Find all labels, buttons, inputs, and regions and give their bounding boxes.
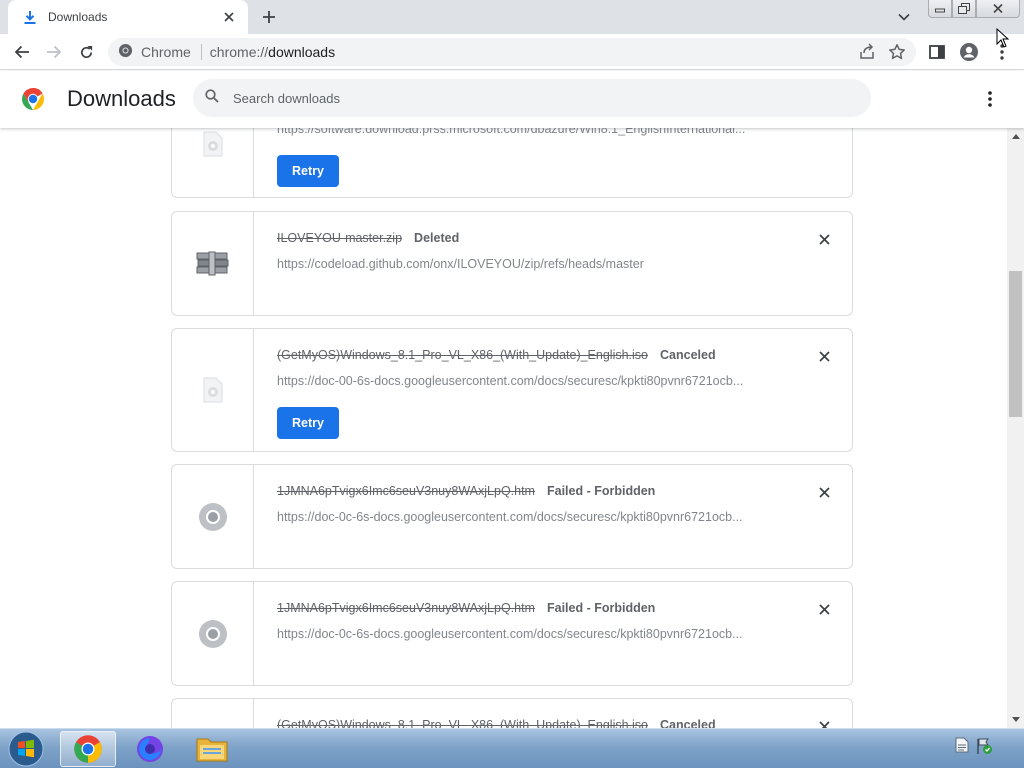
download-url[interactable]: https://codeload.github.com/onx/ILOVEYOU… bbox=[277, 257, 777, 271]
filename-text: (GetMyOS)Windows_8.1_Pro_VL_X86_(With_Up… bbox=[277, 348, 649, 362]
scroll-down-arrow-icon[interactable] bbox=[1007, 711, 1024, 728]
scroll-up-arrow-icon[interactable] bbox=[1007, 128, 1024, 145]
chrome-page-icon bbox=[172, 582, 254, 685]
browser-toolbar: Chrome chrome://downloads bbox=[0, 34, 1024, 70]
tab-close-icon[interactable] bbox=[220, 8, 238, 26]
tab-downloads[interactable]: Downloads bbox=[8, 0, 248, 34]
download-url[interactable]: https://software.download.prss.microsoft… bbox=[277, 128, 777, 136]
filename-text: (GetMyOS)Windows_8.1_Pro_VL_X86_(With_Up… bbox=[277, 718, 649, 728]
close-window-button[interactable] bbox=[976, 0, 1020, 18]
download-filename[interactable]: (GetMyOS)Windows_8.1_Pro_VL_X86_(With_Up… bbox=[277, 718, 716, 728]
minimize-button[interactable] bbox=[928, 0, 952, 18]
bookmark-star-icon[interactable] bbox=[888, 43, 906, 66]
tab-title: Downloads bbox=[48, 10, 108, 24]
download-filename[interactable]: ILOVEYOU-master.zip Deleted bbox=[277, 231, 459, 245]
profile-avatar-icon[interactable] bbox=[957, 40, 981, 64]
download-item: ILOVEYOU-master.zip Deleted https://codel… bbox=[171, 211, 853, 316]
remove-item-close-icon[interactable] bbox=[816, 601, 832, 617]
download-item: (GetMyOS)Windows_8.1_Pro_VL_X86_(With_Up… bbox=[171, 698, 853, 728]
download-status: Failed - Forbidden bbox=[546, 484, 656, 498]
download-item: (GetMyOS)Windows_8.1_Pro_VL_X86_(With_Up… bbox=[171, 328, 853, 452]
download-item: 1JMNA6pTvigx6Imc6seuV3nuy8WAxjLpQ.htm Fai… bbox=[171, 581, 853, 686]
back-button[interactable] bbox=[10, 40, 34, 64]
url-scheme: chrome:// bbox=[209, 44, 269, 60]
action-center-flag-icon[interactable] bbox=[975, 737, 993, 760]
download-url[interactable]: https://doc-00-6s-docs.googleusercontent… bbox=[277, 374, 777, 388]
downloads-header: Downloads bbox=[0, 71, 1024, 128]
filename-text: 1JMNA6pTvigx6Imc6seuV3nuy8WAxjLpQ.htm bbox=[277, 601, 535, 615]
download-url[interactable]: https://doc-0c-6s-docs.googleusercontent… bbox=[277, 627, 777, 641]
download-item: https://software.download.prss.microsoft… bbox=[171, 128, 853, 198]
share-icon[interactable] bbox=[858, 43, 876, 66]
mouse-cursor-icon bbox=[996, 27, 1010, 53]
downloads-menu-icon[interactable] bbox=[978, 87, 1002, 111]
chrome-logo-icon bbox=[21, 87, 45, 111]
retry-button[interactable]: Retry bbox=[277, 407, 339, 439]
site-info-chip[interactable]: Chrome bbox=[118, 43, 191, 61]
archive-icon bbox=[172, 212, 254, 315]
downloads-list: https://software.download.prss.microsoft… bbox=[0, 128, 1007, 728]
download-status: Deleted bbox=[414, 231, 460, 245]
firefox-icon bbox=[137, 736, 163, 762]
filename-text: ILOVEYOU-master.zip bbox=[277, 231, 403, 245]
file-icon bbox=[172, 329, 254, 451]
page-title: Downloads bbox=[67, 86, 176, 111]
chrome-taskbar-icon bbox=[74, 735, 102, 763]
chrome-site-icon bbox=[118, 43, 133, 61]
download-filename[interactable]: 1JMNA6pTvigx6Imc6seuV3nuy8WAxjLpQ.htm Fai… bbox=[277, 601, 655, 615]
remove-item-close-icon[interactable] bbox=[816, 348, 832, 364]
forward-button[interactable] bbox=[42, 40, 66, 64]
search-input[interactable] bbox=[233, 90, 833, 106]
file-icon bbox=[172, 128, 254, 197]
folder-icon bbox=[196, 738, 228, 762]
download-status: Canceled bbox=[660, 718, 716, 728]
download-status: Failed - Forbidden bbox=[546, 601, 656, 615]
remove-item-close-icon[interactable] bbox=[816, 231, 832, 247]
scrollbar-thumb[interactable] bbox=[1009, 271, 1022, 417]
side-panel-icon[interactable] bbox=[925, 40, 949, 64]
new-tab-button[interactable] bbox=[258, 6, 280, 28]
retry-button[interactable]: Retry bbox=[277, 155, 339, 187]
url-host: downloads bbox=[268, 44, 336, 60]
filename-text: 1JMNA6pTvigx6Imc6seuV3nuy8WAxjLpQ.htm bbox=[277, 484, 535, 498]
download-url[interactable]: https://doc-0c-6s-docs.googleusercontent… bbox=[277, 510, 777, 524]
site-label: Chrome bbox=[141, 44, 191, 60]
download-filename[interactable]: (GetMyOS)Windows_8.1_Pro_VL_X86_(With_Up… bbox=[277, 348, 716, 362]
taskbar-firefox-button[interactable] bbox=[122, 731, 178, 767]
tab-strip: Downloads bbox=[0, 0, 1024, 34]
download-icon bbox=[22, 9, 38, 25]
file-icon bbox=[172, 699, 254, 728]
page-scrollbar[interactable] bbox=[1007, 128, 1024, 728]
url-text[interactable]: chrome://downloads bbox=[210, 44, 335, 60]
remove-item-close-icon[interactable] bbox=[816, 484, 832, 500]
reload-button[interactable] bbox=[74, 40, 98, 64]
download-item: 1JMNA6pTvigx6Imc6seuV3nuy8WAxjLpQ.htm Fai… bbox=[171, 464, 853, 569]
windows-taskbar bbox=[0, 728, 1024, 768]
download-filename[interactable]: 1JMNA6pTvigx6Imc6seuV3nuy8WAxjLpQ.htm Fai… bbox=[277, 484, 655, 498]
search-icon bbox=[205, 88, 219, 108]
chrome-page-icon bbox=[172, 465, 254, 568]
notification-document-icon[interactable] bbox=[955, 737, 969, 760]
search-box[interactable] bbox=[193, 79, 871, 117]
start-button[interactable] bbox=[6, 731, 46, 767]
taskbar-explorer-button[interactable] bbox=[184, 731, 240, 767]
omnibox-divider bbox=[200, 44, 202, 60]
taskbar-chrome-button[interactable] bbox=[60, 731, 116, 767]
tab-search-icon[interactable] bbox=[893, 8, 915, 26]
download-status: Canceled bbox=[660, 348, 716, 362]
restore-button[interactable] bbox=[952, 0, 976, 18]
address-bar[interactable]: Chrome chrome://downloads bbox=[108, 38, 916, 66]
remove-item-close-icon[interactable] bbox=[816, 718, 832, 728]
system-tray bbox=[955, 737, 993, 760]
